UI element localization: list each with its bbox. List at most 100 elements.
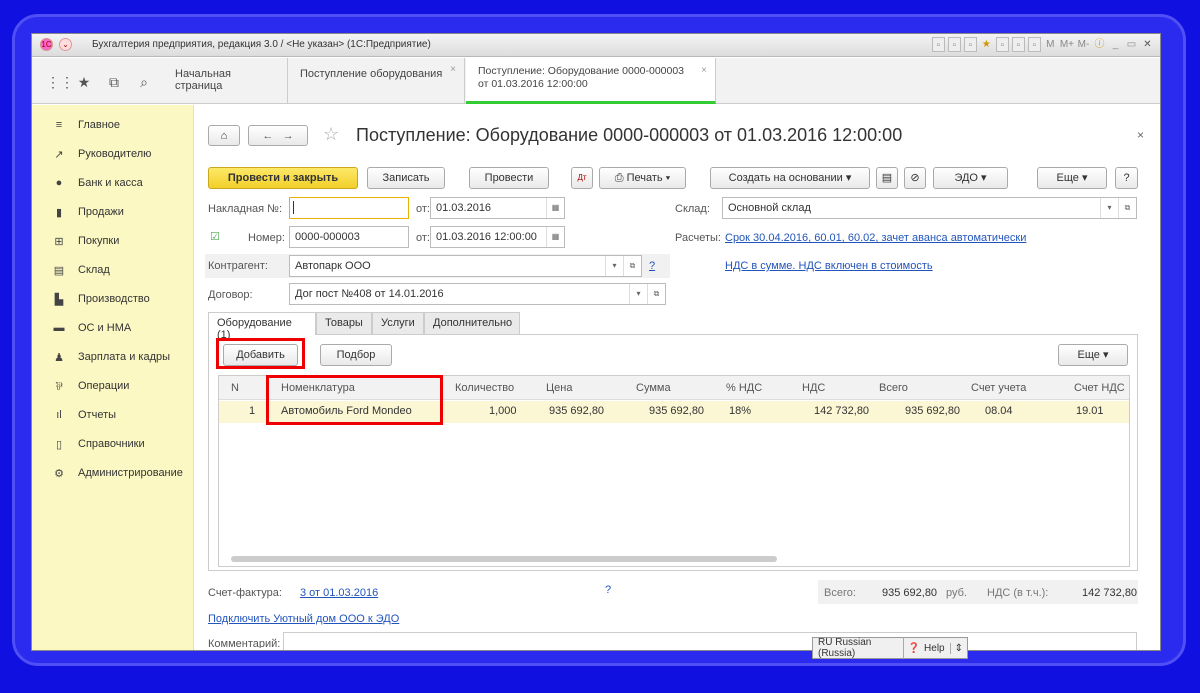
dt-kt-icon[interactable]: Дт xyxy=(571,167,593,189)
tab-services[interactable]: Услуги xyxy=(372,312,424,334)
number-date-label: от: xyxy=(416,232,430,244)
document-title: Поступление: Оборудование 0000-000003 от… xyxy=(356,125,903,145)
cell-quantity[interactable]: 1,000 xyxy=(489,401,517,421)
add-button[interactable]: Добавить xyxy=(223,344,298,366)
number-label: Номер: xyxy=(248,232,285,244)
document-icon[interactable]: ▤ xyxy=(876,167,898,189)
attachment-icon[interactable]: ⊘ xyxy=(904,167,926,189)
check-icon: ☑ xyxy=(210,231,220,243)
counterparty-help-link[interactable]: ? xyxy=(649,260,655,272)
col-quantity: Количество xyxy=(455,382,515,394)
settlements-label: Расчеты: xyxy=(675,232,721,244)
chevron-down-icon[interactable]: ▾ xyxy=(1100,198,1118,218)
cell-account[interactable]: 08.04 xyxy=(985,401,1013,421)
language-indicator[interactable]: RU Russian (Russia) xyxy=(813,637,904,659)
col-account: Счет учета xyxy=(971,382,1027,394)
home-button[interactable]: ⌂ xyxy=(208,125,240,146)
warehouse-select[interactable]: Основной склад ▾ ⧉ xyxy=(722,197,1137,219)
vat-link[interactable]: НДС в сумме. НДС включен в стоимость xyxy=(725,260,933,272)
create-based-on-button[interactable]: Создать на основании ▾ xyxy=(710,167,870,189)
cell-price[interactable]: 935 692,80 xyxy=(549,401,604,421)
calendar-icon[interactable]: ▦ xyxy=(546,227,564,247)
save-button[interactable]: Записать xyxy=(367,167,445,189)
chevron-down-icon[interactable]: ▾ xyxy=(605,256,623,276)
cell-n: 1 xyxy=(249,405,256,417)
col-sum: Сумма xyxy=(636,382,671,394)
counterparty-value: Автопарк ООО xyxy=(295,260,371,272)
table-row[interactable]: 1 Автомобиль Ford Mondeo 1,000 935 692,8… xyxy=(219,401,1129,423)
tab-goods[interactable]: Товары xyxy=(316,312,372,334)
cell-vat-rate[interactable]: 18% xyxy=(729,401,751,421)
post-button[interactable]: Провести xyxy=(469,167,549,189)
invoice-help-link[interactable]: ? xyxy=(605,584,611,596)
tab-additional[interactable]: Дополнительно xyxy=(424,312,520,334)
invoice-number-input[interactable] xyxy=(289,197,409,219)
number-date-input[interactable]: 01.03.2016 12:00:00 ▦ xyxy=(430,226,565,248)
updown-icon[interactable]: ⇕ xyxy=(951,643,967,654)
create-based-label: Создать на основании xyxy=(728,172,843,184)
contract-value: Дог пост №408 от 14.01.2016 xyxy=(295,288,444,300)
calendar-icon[interactable]: ▦ xyxy=(546,198,564,218)
nav-back-forward[interactable]: ← → xyxy=(248,125,308,146)
cell-nomenclature[interactable]: Автомобиль Ford Mondeo xyxy=(281,401,412,421)
horizontal-scrollbar[interactable] xyxy=(231,556,777,562)
comment-input[interactable] xyxy=(283,632,1137,650)
favorite-star-icon[interactable]: ☆ xyxy=(323,124,339,145)
cell-sum[interactable]: 935 692,80 xyxy=(649,401,704,421)
total-value: 935 692,80 xyxy=(882,587,938,599)
edo-label: ЭДО xyxy=(954,172,978,184)
col-total: Всего xyxy=(879,382,908,394)
table-header: N Номенклатура Количество Цена Сумма % Н… xyxy=(219,376,1129,400)
open-icon[interactable]: ⧉ xyxy=(647,284,665,304)
open-icon[interactable]: ⧉ xyxy=(1118,198,1136,218)
cell-vat-account[interactable]: 19.01 xyxy=(1076,401,1104,421)
col-vat-rate: % НДС xyxy=(726,382,763,394)
print-label: Печать xyxy=(626,172,663,184)
select-button[interactable]: Подбор xyxy=(320,344,392,366)
currency-label: руб. xyxy=(946,587,967,599)
section-tabs: Оборудование (1) Товары Услуги Дополните… xyxy=(208,312,1138,341)
table-more-button[interactable]: Еще ▾ xyxy=(1058,344,1128,366)
open-icon[interactable]: ⧉ xyxy=(623,256,641,276)
invoice-footer-label: Счет-фактура: xyxy=(208,587,282,599)
contract-label: Договор: xyxy=(208,289,253,301)
chevron-down-icon[interactable]: ▾ xyxy=(629,284,647,304)
help-label[interactable]: Help xyxy=(924,642,951,654)
number-input[interactable]: 0000-000003 xyxy=(289,226,409,248)
close-form-icon[interactable]: × xyxy=(1137,128,1144,142)
col-n: N xyxy=(231,382,239,394)
post-and-close-button[interactable]: Провести и закрыть xyxy=(208,167,358,189)
col-nomenclature: Номенклатура xyxy=(281,382,355,394)
edo-button[interactable]: ЭДО ▾ xyxy=(933,167,1008,189)
document-form: ⌂ ← → ☆ Поступление: Оборудование 0000-0… xyxy=(0,0,1200,693)
printer-icon: ⎙ xyxy=(614,172,624,184)
col-vat-account: Счет НДС xyxy=(1074,382,1125,394)
language-bar: RU Russian (Russia) ❓ Help ⇕ xyxy=(812,637,968,659)
equipment-table: N Номенклатура Количество Цена Сумма % Н… xyxy=(218,375,1130,567)
total-label: Всего: xyxy=(824,587,856,599)
comment-label: Комментарий: xyxy=(208,638,281,648)
invoice-label: Накладная №: xyxy=(208,203,283,215)
counterparty-select[interactable]: Автопарк ООО ▾ ⧉ xyxy=(289,255,642,277)
help-button[interactable]: ? xyxy=(1115,167,1138,189)
text-cursor xyxy=(293,201,294,214)
invoice-footer-link[interactable]: 3 от 01.03.2016 xyxy=(300,587,378,599)
invoice-date-input[interactable]: 01.03.2016 ▦ xyxy=(430,197,565,219)
settlements-link[interactable]: Срок 30.04.2016, 60.01, 60.02, зачет ава… xyxy=(725,232,1026,244)
print-button[interactable]: ⎙ Печать ▾ xyxy=(599,167,686,189)
warehouse-value: Основной склад xyxy=(728,202,811,214)
more-button[interactable]: Еще ▾ xyxy=(1037,167,1107,189)
cell-total[interactable]: 935 692,80 xyxy=(905,401,960,421)
number-date-value: 01.03.2016 12:00:00 xyxy=(436,231,537,243)
col-price: Цена xyxy=(546,382,573,394)
table-more-label: Еще xyxy=(1077,349,1100,361)
vat-total-value: 142 732,80 xyxy=(1082,587,1138,599)
vat-total-label: НДС (в т.ч.): xyxy=(987,587,1049,599)
counterparty-label: Контрагент: xyxy=(208,260,268,272)
cell-vat[interactable]: 142 732,80 xyxy=(814,401,869,421)
contract-select[interactable]: Дог пост №408 от 14.01.2016 ▾ ⧉ xyxy=(289,283,666,305)
help-circle-icon[interactable]: ❓ xyxy=(904,643,924,654)
edo-connect-link[interactable]: Подключить Уютный дом ООО к ЭДО xyxy=(208,613,399,625)
more-label: Еще xyxy=(1056,172,1079,184)
tab-equipment[interactable]: Оборудование (1) xyxy=(208,312,316,341)
